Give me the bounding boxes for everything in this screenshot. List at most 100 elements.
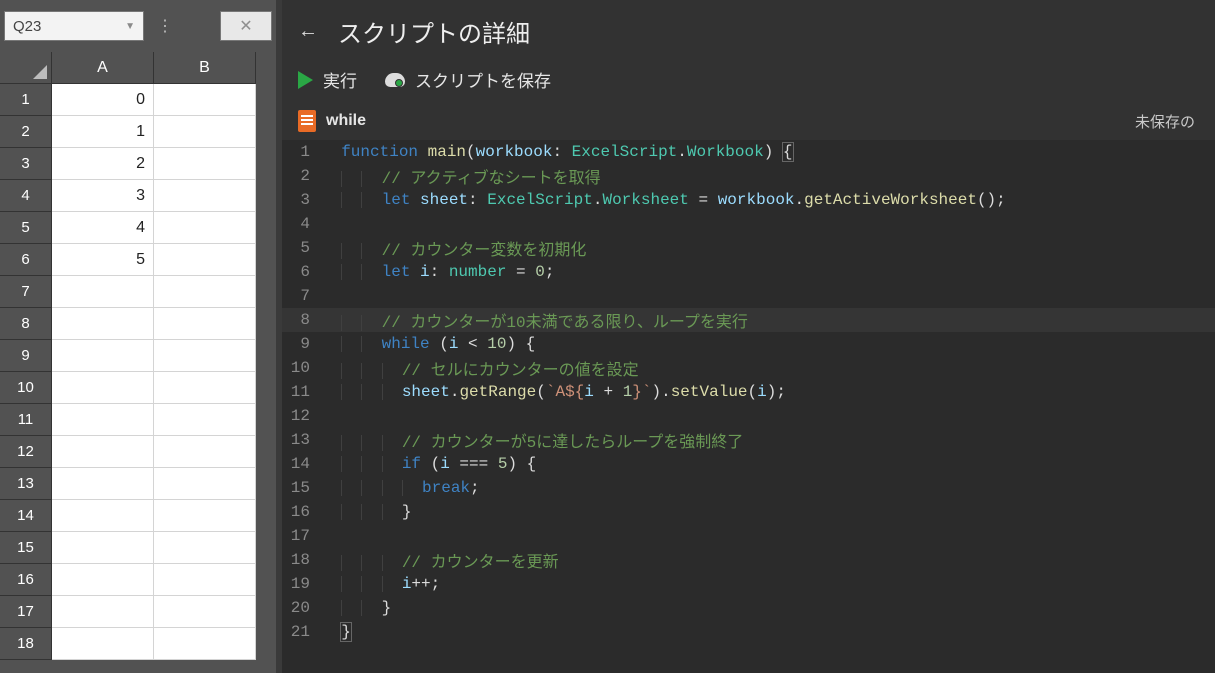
code-content[interactable]: // アクティブなシートを取得 <box>322 164 601 188</box>
cell[interactable] <box>154 404 256 436</box>
row-header[interactable]: 10 <box>0 372 52 404</box>
code-line[interactable]: 9 while (i < 10) { <box>282 332 1215 356</box>
row-header[interactable]: 2 <box>0 116 52 148</box>
code-line[interactable]: 14 if (i === 5) { <box>282 452 1215 476</box>
cell[interactable] <box>154 308 256 340</box>
code-content[interactable]: // セルにカウンターの値を設定 <box>322 356 639 380</box>
code-content[interactable]: let i: number = 0; <box>322 263 554 281</box>
cell[interactable]: 0 <box>52 84 154 116</box>
cell[interactable] <box>52 500 154 532</box>
code-content[interactable]: } <box>322 503 411 521</box>
cell[interactable] <box>52 532 154 564</box>
code-content[interactable]: i++; <box>322 575 440 593</box>
code-content[interactable]: let sheet: ExcelScript.Worksheet = workb… <box>322 191 1006 209</box>
cell[interactable] <box>154 596 256 628</box>
cell[interactable] <box>154 532 256 564</box>
code-line[interactable]: 1 function main(workbook: ExcelScript.Wo… <box>282 140 1215 164</box>
code-line[interactable]: 3 let sheet: ExcelScript.Worksheet = wor… <box>282 188 1215 212</box>
code-line[interactable]: 21 } <box>282 620 1215 644</box>
code-line[interactable]: 17 <box>282 524 1215 548</box>
cell[interactable] <box>154 564 256 596</box>
code-content[interactable] <box>322 287 341 305</box>
cell[interactable] <box>154 84 256 116</box>
cell[interactable] <box>52 308 154 340</box>
code-line[interactable]: 2 // アクティブなシートを取得 <box>282 164 1215 188</box>
save-script-button[interactable]: スクリプトを保存 <box>385 67 551 92</box>
column-header[interactable]: B <box>154 52 256 84</box>
cancel-input-button[interactable]: ✕ <box>220 11 272 41</box>
code-content[interactable]: sheet.getRange(`A${i + 1}`).setValue(i); <box>322 383 786 401</box>
cell[interactable] <box>52 436 154 468</box>
code-content[interactable] <box>322 527 341 545</box>
code-line[interactable]: 20 } <box>282 596 1215 620</box>
code-content[interactable]: // カウンターが10未満である限り、ループを実行 <box>322 308 748 332</box>
cell[interactable] <box>52 340 154 372</box>
code-line[interactable]: 15 break; <box>282 476 1215 500</box>
row-header[interactable]: 4 <box>0 180 52 212</box>
cell[interactable]: 2 <box>52 148 154 180</box>
code-editor[interactable]: 1 function main(workbook: ExcelScript.Wo… <box>282 140 1215 673</box>
cell[interactable] <box>154 180 256 212</box>
code-content[interactable] <box>322 215 341 233</box>
name-box[interactable]: Q23 ▼ <box>4 11 144 41</box>
code-line[interactable]: 19 i++; <box>282 572 1215 596</box>
code-content[interactable]: } <box>322 599 391 617</box>
cell[interactable] <box>154 148 256 180</box>
cell[interactable]: 3 <box>52 180 154 212</box>
row-header[interactable]: 3 <box>0 148 52 180</box>
code-content[interactable]: if (i === 5) { <box>322 455 536 473</box>
spreadsheet-grid[interactable]: AB102132435465789101112131415161718 <box>0 52 276 673</box>
code-content[interactable]: // カウンターを更新 <box>322 548 559 572</box>
back-arrow-icon[interactable]: ← <box>298 20 318 43</box>
code-line[interactable]: 5 // カウンター変数を初期化 <box>282 236 1215 260</box>
row-header[interactable]: 17 <box>0 596 52 628</box>
cell[interactable]: 5 <box>52 244 154 276</box>
row-header[interactable]: 8 <box>0 308 52 340</box>
code-line[interactable]: 4 <box>282 212 1215 236</box>
row-header[interactable]: 9 <box>0 340 52 372</box>
cell[interactable] <box>154 372 256 404</box>
cell[interactable] <box>154 468 256 500</box>
code-line[interactable]: 10 // セルにカウンターの値を設定 <box>282 356 1215 380</box>
row-header[interactable]: 12 <box>0 436 52 468</box>
run-button[interactable]: 実行 <box>298 67 357 92</box>
cell[interactable] <box>52 404 154 436</box>
cell[interactable] <box>154 276 256 308</box>
cell[interactable] <box>154 340 256 372</box>
code-line[interactable]: 8 // カウンターが10未満である限り、ループを実行 <box>282 308 1215 332</box>
cell[interactable] <box>52 372 154 404</box>
code-line[interactable]: 12 <box>282 404 1215 428</box>
more-icon[interactable]: ⋮ <box>150 11 180 41</box>
column-header[interactable]: A <box>52 52 154 84</box>
code-line[interactable]: 11 sheet.getRange(`A${i + 1}`).setValue(… <box>282 380 1215 404</box>
code-content[interactable]: } <box>322 623 351 641</box>
code-line[interactable]: 18 // カウンターを更新 <box>282 548 1215 572</box>
row-header[interactable]: 15 <box>0 532 52 564</box>
cell[interactable] <box>52 628 154 660</box>
cell[interactable] <box>52 564 154 596</box>
row-header[interactable]: 7 <box>0 276 52 308</box>
code-line[interactable]: 16 } <box>282 500 1215 524</box>
row-header[interactable]: 11 <box>0 404 52 436</box>
code-line[interactable]: 6 let i: number = 0; <box>282 260 1215 284</box>
row-header[interactable]: 16 <box>0 564 52 596</box>
cell[interactable] <box>52 596 154 628</box>
code-content[interactable]: // カウンター変数を初期化 <box>322 236 586 260</box>
row-header[interactable]: 13 <box>0 468 52 500</box>
cell[interactable]: 4 <box>52 212 154 244</box>
script-name[interactable]: while <box>326 112 366 130</box>
code-content[interactable]: while (i < 10) { <box>322 335 535 353</box>
cell[interactable] <box>154 244 256 276</box>
cell[interactable] <box>52 468 154 500</box>
cell[interactable] <box>154 212 256 244</box>
code-content[interactable] <box>322 407 341 425</box>
row-header[interactable]: 18 <box>0 628 52 660</box>
code-content[interactable]: break; <box>322 479 480 497</box>
row-header[interactable]: 5 <box>0 212 52 244</box>
select-all-corner[interactable] <box>0 52 52 84</box>
code-content[interactable]: // カウンターが5に達したらループを強制終了 <box>322 428 743 452</box>
cell[interactable] <box>52 276 154 308</box>
code-line[interactable]: 7 <box>282 284 1215 308</box>
cell[interactable] <box>154 116 256 148</box>
cell[interactable]: 1 <box>52 116 154 148</box>
